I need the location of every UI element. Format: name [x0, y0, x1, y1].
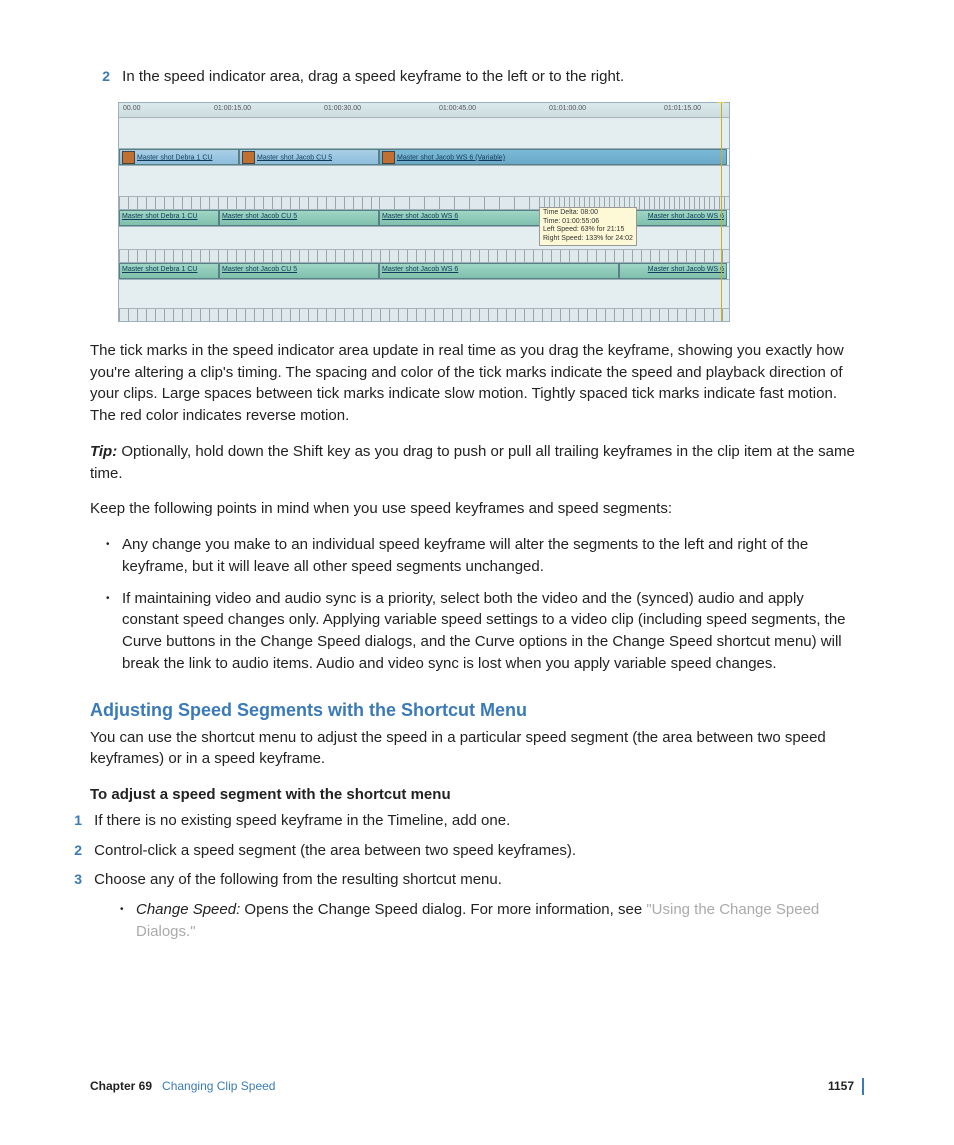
tick-segment — [119, 250, 729, 262]
chapter-title: Changing Clip Speed — [162, 1079, 275, 1093]
page: 2 In the speed indicator area, drag a sp… — [0, 0, 954, 1145]
tick-row — [119, 309, 729, 321]
clip: Master shot Debra 1 CU — [119, 210, 219, 226]
clip-thumb — [382, 151, 395, 164]
step-number-1: 1 — [62, 810, 82, 830]
step-2-text: In the speed indicator area, drag a spee… — [122, 68, 624, 85]
playhead — [721, 103, 722, 321]
spacer — [119, 166, 729, 197]
bullet-text: Opens the Change Speed dialog. For more … — [244, 901, 646, 918]
tooltip-line: Time Delta: 08:00 — [543, 209, 633, 218]
tooltip-line: Right Speed: 133% for 24:02 — [543, 235, 633, 244]
step-1-text: If there is no existing speed keyframe i… — [94, 812, 510, 829]
video-track-1: Master shot Debra 1 CU Master shot Jacob… — [119, 149, 729, 166]
subheading: To adjust a speed segment with the short… — [90, 784, 864, 806]
spacer — [119, 280, 729, 309]
time-ruler: 00.00 01:00:15.00 01:00:30.00 01:00:45.0… — [119, 103, 729, 118]
tick-row — [119, 197, 729, 210]
step-3: 3 Choose any of the following from the r… — [90, 869, 864, 891]
clip-label: Master shot Jacob CU 5 — [257, 154, 332, 161]
tick-segment — [119, 309, 729, 321]
tooltip-line: Time: 01:00:55:06 — [543, 218, 633, 227]
ruler-tick: 01:00:30.00 — [324, 104, 361, 114]
paragraph-tickmarks: The tick marks in the speed indicator ar… — [90, 340, 864, 427]
tip-label: Tip: — [90, 443, 121, 460]
section-heading: Adjusting Speed Segments with the Shortc… — [90, 697, 864, 723]
sub-bullet-list: Change Speed: Opens the Change Speed dia… — [118, 899, 864, 943]
video-track-3: Master shot Debra 1 CU Master shot Jacob… — [119, 263, 729, 280]
clip-label: Master shot Debra 1 CU — [137, 154, 212, 161]
ruler-tick: 01:01:00.00 — [549, 104, 586, 114]
tick-row — [119, 250, 729, 263]
chapter-label: Chapter 69 — [90, 1079, 152, 1093]
bullet-item: Any change you make to an individual spe… — [104, 534, 864, 578]
tooltip-line: Left Speed: 63% for 21:15 — [543, 226, 633, 235]
clip: Master shot Jacob WS 6 — [619, 263, 727, 279]
clip: Master shot Jacob CU 5 — [219, 210, 379, 226]
tip-paragraph: Tip: Optionally, hold down the Shift key… — [90, 441, 864, 485]
tick-segment-slow — [379, 197, 539, 209]
sub-bullet-item: Change Speed: Opens the Change Speed dia… — [118, 899, 864, 943]
clip: Master shot Jacob CU 5 — [239, 149, 379, 165]
clip: Master shot Debra 1 CU — [119, 263, 219, 279]
step-2: 2 In the speed indicator area, drag a sp… — [118, 66, 864, 88]
tip-text: Optionally, hold down the Shift key as y… — [90, 443, 855, 482]
speed-tooltip: Time Delta: 08:00 Time: 01:00:55:06 Left… — [539, 207, 637, 246]
clip: Master shot Jacob WS 6 — [379, 263, 619, 279]
bullet-item: If maintaining video and audio sync is a… — [104, 588, 864, 675]
bullet-term: Change Speed: — [136, 901, 244, 918]
tick-segment — [119, 197, 379, 209]
clip-label: Master shot Jacob WS 6 (Variable) — [397, 154, 505, 161]
step-3-text: Choose any of the following from the res… — [94, 871, 502, 888]
clip-thumb — [242, 151, 255, 164]
page-footer: Chapter 69 Changing Clip Speed 1157 — [90, 1078, 864, 1095]
clip: Master shot Debra 1 CU — [119, 149, 239, 165]
section-intro: You can use the shortcut menu to adjust … — [90, 727, 864, 771]
keep-intro: Keep the following points in mind when y… — [90, 498, 864, 520]
clip: Master shot Jacob WS 6 (Variable) — [379, 149, 727, 165]
step-1: 1 If there is no existing speed keyframe… — [90, 810, 864, 832]
page-number: 1157 — [828, 1078, 864, 1095]
clip: Master shot Jacob CU 5 — [219, 263, 379, 279]
ruler-tick: 01:00:15.00 — [214, 104, 251, 114]
step-number-2b: 2 — [62, 840, 82, 860]
spacer — [119, 118, 729, 149]
footer-left: Chapter 69 Changing Clip Speed — [90, 1078, 275, 1095]
step-number-3: 3 — [62, 869, 82, 889]
bullet-list-1: Any change you make to an individual spe… — [104, 534, 864, 675]
ruler-tick: 01:01:15.00 — [664, 104, 701, 114]
step-2b: 2 Control-click a speed segment (the are… — [90, 840, 864, 862]
ruler-tick: 01:00:45.00 — [439, 104, 476, 114]
timeline-screenshot: 00.00 01:00:15.00 01:00:30.00 01:00:45.0… — [118, 102, 730, 322]
spacer — [119, 227, 729, 250]
step-2b-text: Control-click a speed segment (the area … — [94, 842, 576, 859]
step-number-2: 2 — [90, 66, 110, 86]
clip-thumb — [122, 151, 135, 164]
video-track-2: Master shot Debra 1 CU Master shot Jacob… — [119, 210, 729, 227]
ruler-tick: 00.00 — [123, 104, 141, 114]
